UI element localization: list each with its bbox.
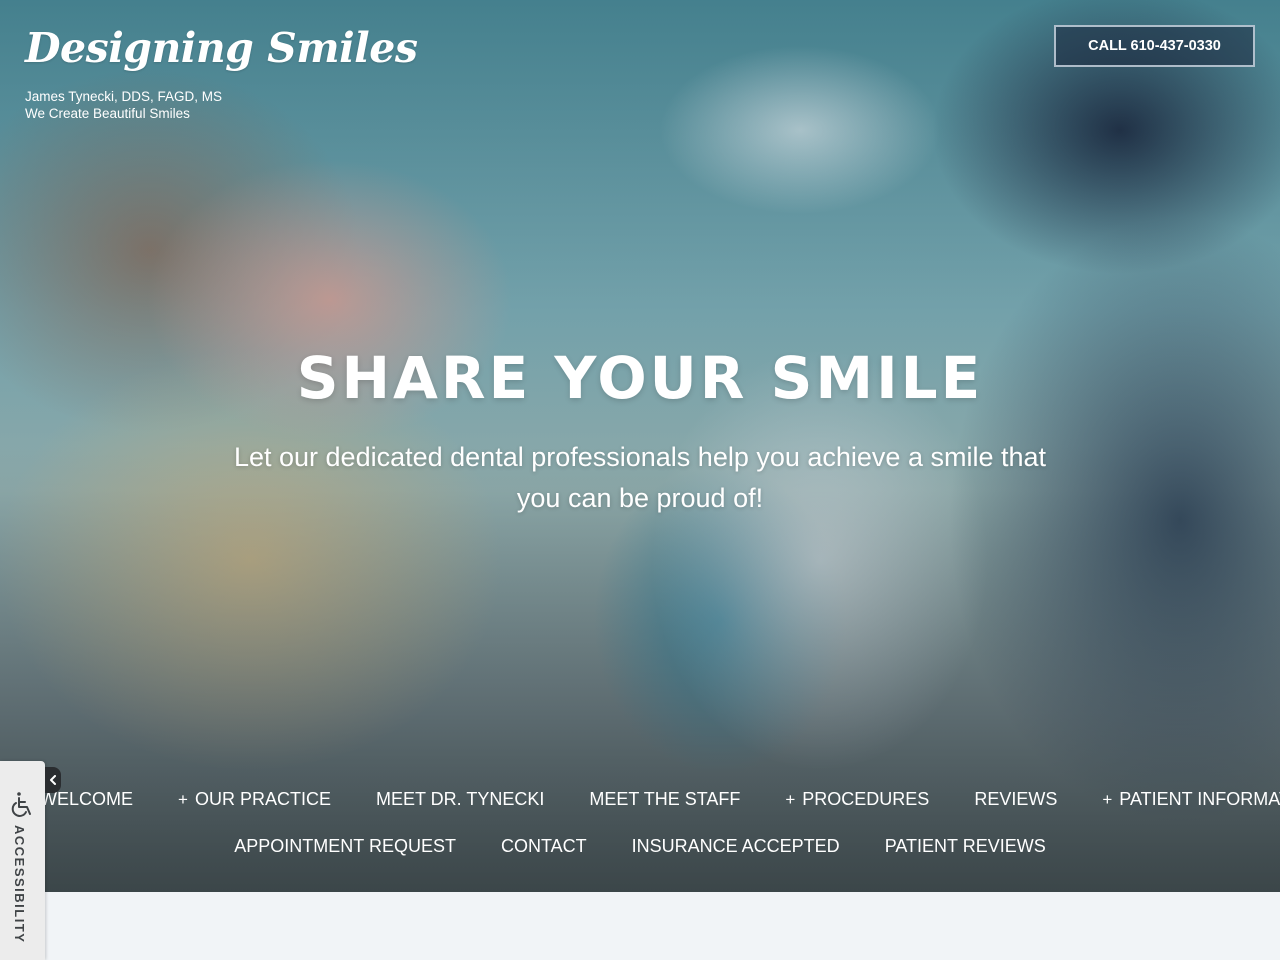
nav-item-reviews[interactable]: REVIEWS — [974, 789, 1057, 810]
accessibility-tab[interactable]: ACCESSIBILITY — [0, 761, 45, 960]
accessibility-label: ACCESSIBILITY — [12, 825, 27, 944]
hero-headline: SHARE YOUR SMILE — [296, 344, 984, 412]
chevron-left-icon — [50, 775, 56, 785]
nav-item-label: INSURANCE ACCEPTED — [631, 836, 840, 856]
nav-item-our-practice[interactable]: + OUR PRACTICE — [178, 789, 331, 810]
practice-tagline: James Tynecki, DDS, FAGD, MS We Create B… — [25, 88, 222, 122]
nav-row-primary: WELCOME + OUR PRACTICE MEET DR. TYNECKI MEET… — [0, 776, 1280, 823]
nav-item-appointment-request[interactable]: APPOINTMENT REQUEST — [234, 836, 456, 857]
plus-icon[interactable]: + — [1102, 790, 1112, 810]
nav-item-procedures[interactable]: + PROCEDURES — [785, 789, 929, 810]
nav-item-meet-the-staff[interactable]: MEET THE STAFF — [589, 789, 740, 810]
nav-item-label: APPOINTMENT REQUEST — [234, 836, 456, 856]
doctor-credentials: James Tynecki, DDS, FAGD, MS — [25, 89, 223, 104]
plus-icon[interactable]: + — [785, 790, 795, 810]
hero-banner: Designing Smiles James Tynecki, DDS, FAG… — [0, 0, 1280, 892]
nav-item-meet-dr-tynecki[interactable]: MEET DR. TYNECKI — [376, 789, 544, 810]
page-content — [0, 892, 1280, 960]
nav-item-label: PATIENT REVIEWS — [884, 836, 1046, 856]
wheelchair-icon — [11, 792, 31, 817]
nav-item-label: MEET THE STAFF — [589, 789, 741, 809]
nav-item-label: PATIENT INFORMATION — [1119, 789, 1280, 809]
nav-item-patient-reviews[interactable]: PATIENT REVIEWS — [885, 836, 1046, 857]
main-navigation: WELCOME + OUR PRACTICE MEET DR. TYNECKI MEET… — [0, 776, 1280, 870]
accessibility-collapse-button[interactable] — [45, 767, 61, 793]
nav-item-label: CONTACT — [500, 836, 587, 856]
nav-item-label: OUR PRACTICE — [194, 789, 331, 809]
nav-item-label: MEET DR. TYNECKI — [375, 789, 545, 809]
hero-subheading: Let our dedicated dental professionals h… — [233, 442, 1047, 513]
nav-item-label: REVIEWS — [974, 789, 1058, 809]
slogan: We Create Beautiful Smiles — [25, 106, 190, 121]
nav-item-label: PROCEDURES — [802, 789, 930, 809]
site-logo[interactable]: Designing Smiles — [25, 24, 418, 72]
nav-item-patient-information[interactable]: + PATIENT INFORMATION — [1102, 789, 1280, 810]
nav-item-contact[interactable]: CONTACT — [501, 836, 587, 857]
nav-row-secondary: APPOINTMENT REQUEST CONTACT INSURANCE ACCE… — [0, 823, 1280, 870]
nav-item-insurance-accepted[interactable]: INSURANCE ACCEPTED — [632, 836, 840, 857]
call-phone-button[interactable]: CALL 610-437-0330 — [1054, 25, 1255, 67]
plus-icon[interactable]: + — [178, 790, 188, 810]
